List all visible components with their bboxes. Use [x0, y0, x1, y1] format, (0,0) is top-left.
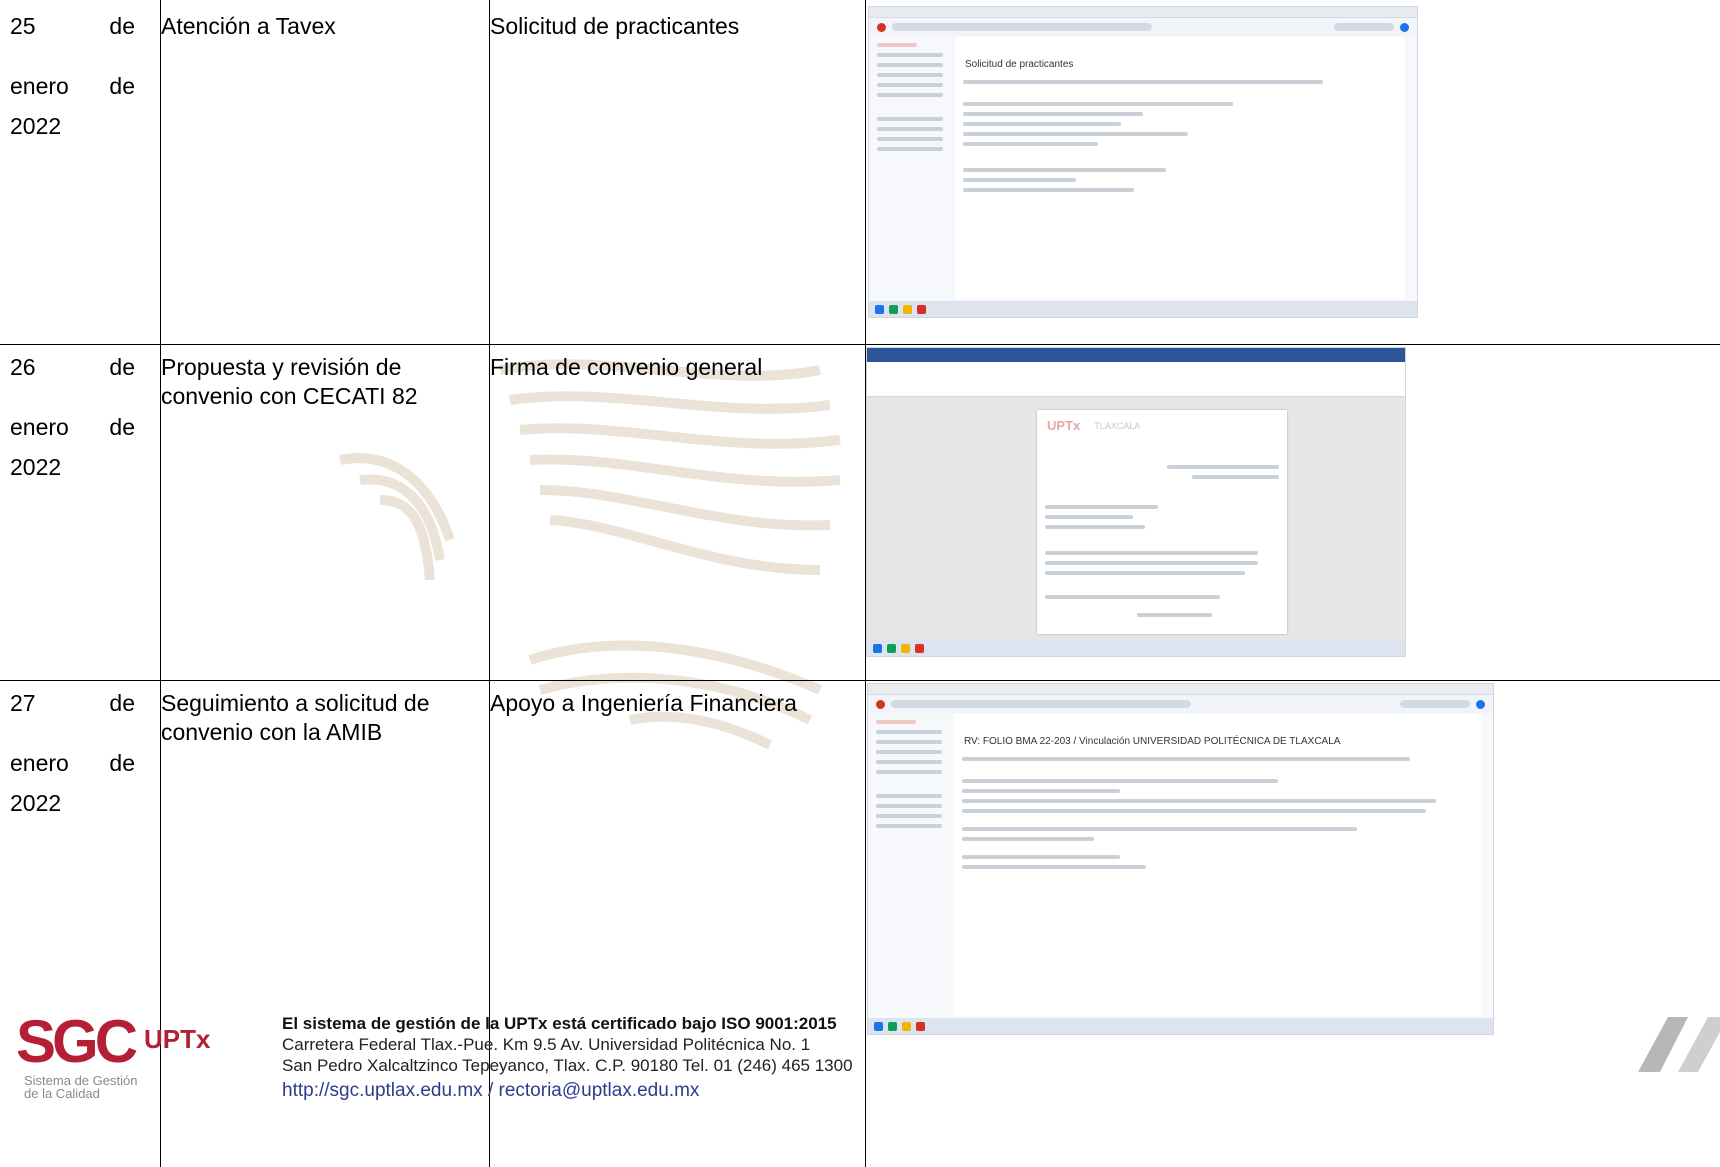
- table-border: [489, 0, 490, 1167]
- row-date: 26 de enero de 2022: [10, 353, 135, 482]
- sgc-logo-text: SGC: [16, 1008, 138, 1075]
- gmail-icon: [876, 699, 885, 709]
- date-year: 2022: [10, 113, 62, 139]
- date-word: de: [109, 750, 135, 776]
- ut-logo: [1638, 1017, 1720, 1072]
- date-day: 25: [10, 13, 36, 39]
- date-year: 2022: [10, 790, 62, 816]
- footer-links[interactable]: http://sgc.uptlax.edu.mx / rectoria@uptl…: [282, 1080, 853, 1101]
- gmail-screenshot: RV: FOLIO BMA 22-203 / Vinculación UNIVE…: [867, 683, 1494, 1035]
- date-word: de: [109, 414, 135, 440]
- footer-address: Carretera Federal Tlax.-Pue. Km 9.5 Av. …: [282, 1035, 811, 1054]
- date-month: enero: [10, 750, 69, 776]
- row-activity: Atención a Tavex: [161, 13, 336, 39]
- row-date: 27 de enero de 2022: [10, 689, 135, 818]
- table-border: [0, 680, 1720, 681]
- date-word: de: [109, 354, 135, 380]
- sgc-caption: Sistema de Gestión de la Calidad: [24, 1074, 137, 1100]
- row-date: 25 de enero de 2022: [10, 12, 135, 141]
- gmail-icon: [877, 22, 886, 32]
- uptx-letterhead: UPTx: [1047, 418, 1081, 433]
- gmail-screenshot: Solicitud de practicantes: [868, 6, 1418, 318]
- email-subject: Solicitud de practicantes: [965, 59, 1074, 70]
- date-word: de: [109, 13, 135, 39]
- row-result: Firma de convenio general: [490, 354, 763, 380]
- sgc-logo: SGC: [16, 1008, 138, 1075]
- row-activity: Propuesta y revisión de convenio con CEC…: [161, 354, 418, 409]
- date-word: de: [109, 690, 135, 716]
- table-border: [0, 344, 1720, 345]
- avatar: [1400, 22, 1409, 32]
- sgc-caption-line: de la Calidad: [24, 1086, 100, 1101]
- tlaxcala-letterhead: TLAXCALA: [1094, 420, 1141, 431]
- avatar: [1476, 699, 1485, 709]
- word-screenshot: UPTx TLAXCALA: [866, 347, 1406, 657]
- footer-text: El sistema de gestión de la UPTx está ce…: [282, 1013, 853, 1101]
- date-day: 27: [10, 690, 36, 716]
- footer-certification: El sistema de gestión de la UPTx está ce…: [282, 1014, 837, 1033]
- date-word: de: [109, 73, 135, 99]
- uptx-logo-text: UPTx: [144, 1024, 211, 1054]
- footer-address-2: San Pedro Xalcaltzinco Tepeyanco, Tlax. …: [282, 1056, 853, 1075]
- row-activity: Seguimiento a solicitud de convenio con …: [161, 690, 430, 745]
- row-result: Solicitud de practicantes: [490, 13, 740, 39]
- row-result: Apoyo a Ingeniería Financiera: [490, 690, 797, 716]
- table-border: [160, 0, 161, 1167]
- date-day: 26: [10, 354, 36, 380]
- email-subject: RV: FOLIO BMA 22-203 / Vinculación UNIVE…: [964, 736, 1341, 747]
- date-month: enero: [10, 414, 69, 440]
- date-month: enero: [10, 73, 69, 99]
- date-year: 2022: [10, 454, 62, 480]
